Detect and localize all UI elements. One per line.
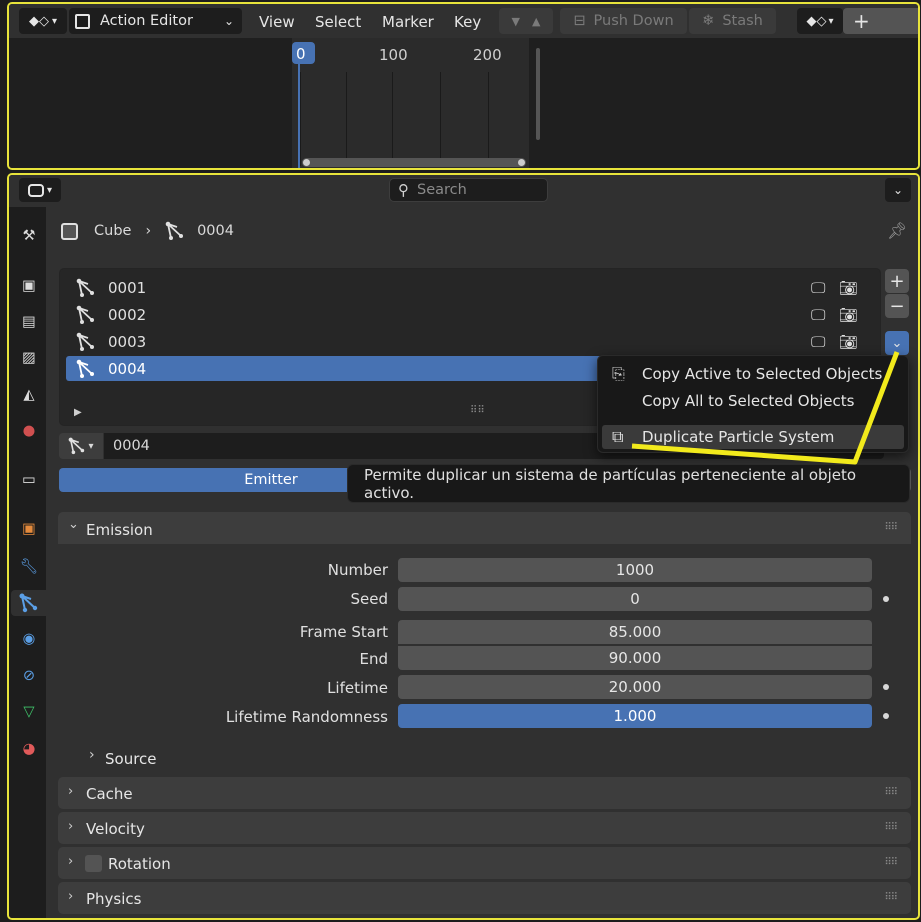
annotation-arrow <box>631 351 900 465</box>
